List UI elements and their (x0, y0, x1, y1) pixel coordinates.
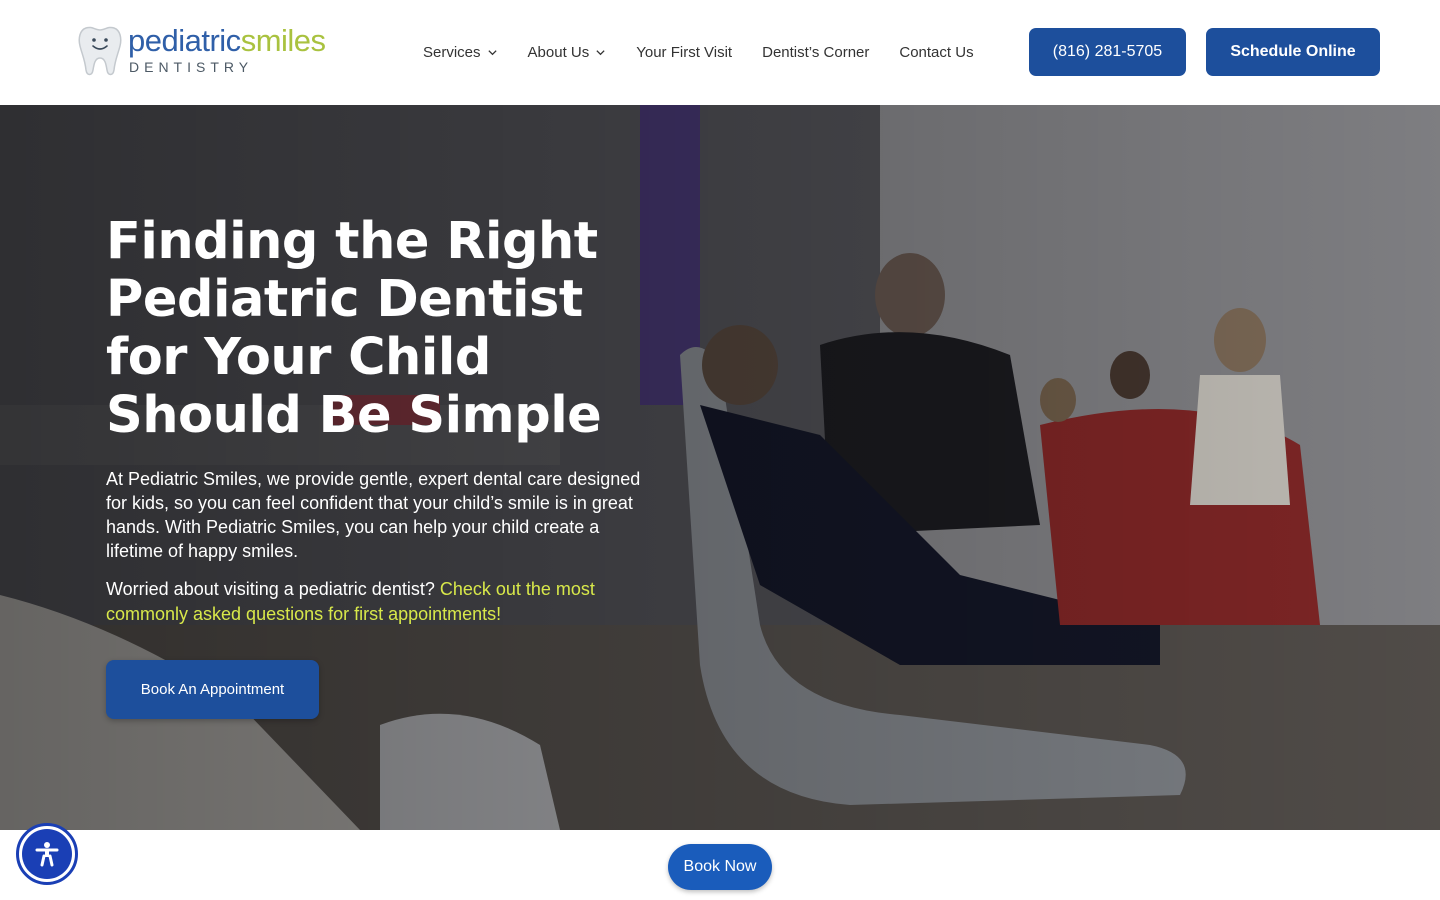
logo-subtitle: DENTISTRY (129, 59, 254, 75)
nav-label: Services (423, 43, 481, 61)
nav-label: Contact Us (899, 43, 974, 61)
book-now-button[interactable]: Book Now (668, 844, 772, 890)
hero-content: Finding the Right Pediatric Dentist for … (106, 213, 666, 627)
nav-item-services[interactable]: Services (423, 44, 498, 61)
hero-question: Worried about visiting a pediatric denti… (106, 577, 666, 627)
phone-button[interactable]: (816) 281-5705 (1029, 28, 1186, 76)
nav-item-dentists-corner[interactable]: Dentist’s Corner (762, 44, 869, 61)
hero-title: Finding the Right Pediatric Dentist for … (106, 212, 602, 445)
schedule-online-button[interactable]: Schedule Online (1206, 28, 1380, 76)
nav-label: Your First Visit (636, 43, 733, 61)
tooth-icon (78, 26, 122, 76)
accessibility-icon-wrap (22, 829, 72, 879)
hero-question-text: Worried about visiting a pediatric denti… (106, 579, 435, 599)
logo-word-pediatric: pediatric (128, 23, 241, 58)
chevron-down-icon (596, 49, 605, 55)
book-appointment-button[interactable]: Book An Appointment (106, 660, 319, 719)
logo-word-smiles: smiles (240, 23, 326, 58)
site-logo[interactable]: pediatricsmiles DENTISTRY (78, 22, 358, 82)
nav-label: Dentist’s Corner (762, 43, 870, 61)
nav-item-contact-us[interactable]: Contact Us (899, 44, 973, 61)
accessibility-button[interactable] (16, 823, 78, 885)
nav-item-about-us[interactable]: About Us (528, 44, 607, 61)
accessibility-icon (35, 842, 59, 867)
hero-body-text: At Pediatric Smiles, we provide gentle, … (106, 469, 641, 561)
nav-label: About Us (527, 43, 590, 61)
chevron-down-icon (487, 49, 497, 55)
main-nav: Services About Us Your First Visit Denti… (408, 40, 989, 64)
logo-wordmark: pediatricsmiles (128, 22, 326, 60)
site-header: pediatricsmiles DENTISTRY Services About… (0, 0, 1440, 105)
hero-section: Finding the Right Pediatric Dentist for … (0, 105, 1440, 830)
nav-item-first-visit[interactable]: Your First Visit (636, 44, 732, 61)
